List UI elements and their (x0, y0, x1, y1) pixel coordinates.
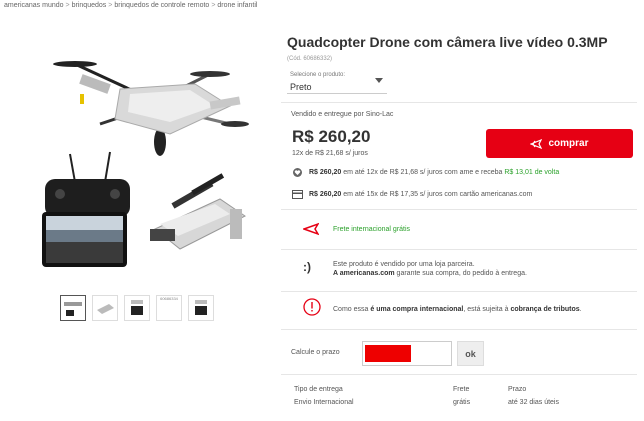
divider (281, 329, 637, 330)
price: R$ 260,20 (292, 127, 371, 146)
buy-button[interactable]: comprar (486, 129, 633, 158)
shipping-header-price: Frete (453, 386, 470, 393)
breadcrumb-link[interactable]: brinquedos de controle remoto (114, 2, 209, 9)
buy-button-label: comprar (548, 138, 589, 149)
credit-card-icon (292, 190, 303, 199)
breadcrumb-link[interactable]: americanas mundo (4, 2, 64, 9)
cep-label: Calcule o prazo (291, 349, 340, 356)
thumbnail[interactable] (60, 295, 86, 321)
ok-button[interactable]: ok (457, 341, 484, 366)
smile-icon: :) (303, 260, 311, 274)
partner-store-row: :) Este produto é vendido por uma loja p… (281, 249, 637, 287)
payment-option-card: R$ 260,20 em até 15x de R$ 17,35 s/ juro… (292, 190, 532, 199)
heart-icon (293, 168, 302, 177)
payment-option-ame: R$ 260,20 em até 12x de R$ 21,68 s/ juro… (292, 168, 559, 177)
airplane-icon (303, 222, 319, 236)
thumbnail[interactable] (92, 295, 118, 321)
thumbnail[interactable] (188, 295, 214, 321)
drone-folded-illustration (150, 173, 246, 250)
controller-illustration (42, 151, 130, 267)
product-main-image[interactable] (20, 24, 280, 294)
international-notice-row: Como essa é uma compra internacional, es… (281, 291, 637, 327)
product-code: (Cód. 60686332) (287, 56, 333, 62)
divider (281, 102, 637, 103)
variant-select[interactable]: Selecione o produto: Preto (287, 70, 387, 94)
shipping-time-value: até 32 dias úteis (508, 399, 559, 406)
free-shipping-text: Frete internacional grátis (333, 226, 411, 233)
shipping-header-type: Tipo de entrega (294, 386, 343, 393)
seller-text: Vendido e entregue por Sino-Lac (291, 111, 394, 118)
thumbnail[interactable] (124, 295, 150, 321)
installments-text: 12x de R$ 21,68 s/ juros (292, 150, 368, 157)
breadcrumb: americanas mundo > brinquedos > brinquedos d… (4, 2, 258, 9)
shipping-header-time: Prazo (508, 386, 527, 393)
thumbnail-strip: 60686334 (60, 295, 214, 321)
free-shipping-row: Frete internacional grátis (281, 209, 637, 249)
airplane-icon (530, 138, 543, 149)
divider (281, 374, 637, 375)
breadcrumb-link[interactable]: drone infantil (217, 2, 257, 9)
chevron-down-icon (375, 78, 383, 83)
redacted-value (365, 345, 411, 362)
alert-icon (303, 298, 321, 316)
cep-input[interactable] (362, 341, 452, 366)
page-title: Quadcopter Drone com câmera live vídeo 0… (287, 34, 608, 50)
breadcrumb-link[interactable]: brinquedos (72, 2, 107, 9)
variant-select-value: Preto (290, 82, 312, 92)
shipping-type-value: Envio Internacional (294, 399, 354, 406)
shipping-price-value: grátis (453, 399, 471, 406)
thumbnail[interactable]: 60686334 (156, 295, 182, 321)
variant-select-label: Selecione o produto: (290, 72, 346, 78)
drone-top-illustration (53, 61, 249, 156)
